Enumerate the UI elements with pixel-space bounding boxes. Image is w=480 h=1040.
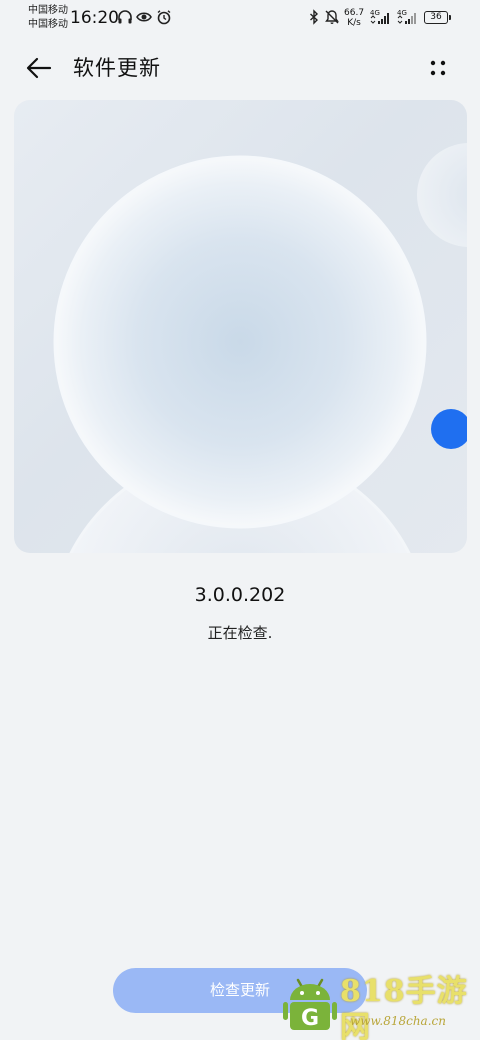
signal-icon: 4G xyxy=(370,9,390,25)
battery-icon: 36 xyxy=(424,11,451,24)
carrier-1: 中国移动 xyxy=(28,5,68,16)
arrow-left-icon xyxy=(26,57,52,79)
update-banner xyxy=(14,100,467,553)
watermark-url: www.818cha.cn xyxy=(350,1014,446,1028)
network-speed-value: 66.7 xyxy=(344,8,365,18)
eye-icon xyxy=(136,12,152,22)
back-button[interactable] xyxy=(24,54,56,82)
android-logo-icon: G xyxy=(283,978,337,1031)
headphones-icon xyxy=(118,10,132,24)
blue-dot xyxy=(431,409,467,449)
checking-status: 正在检查. xyxy=(207,624,273,642)
status-bar: 中国移动 中国移动 16:20 66.7 K/s 4G 4G 36 xyxy=(0,0,480,36)
alarm-icon xyxy=(157,10,171,25)
signal-icon-2: 4G xyxy=(397,9,417,25)
software-update-screen: 中国移动 中国移动 16:20 66.7 K/s 4G 4G 36 软件更新 3… xyxy=(0,0,480,1040)
page-title: 软件更新 xyxy=(73,56,161,80)
version-number: 3.0.0.202 xyxy=(194,584,286,606)
bubble-illustration xyxy=(53,143,467,553)
svg-text:G: G xyxy=(301,1006,319,1031)
site-watermark: G 818手游网 www.818cha.cn xyxy=(280,972,480,1040)
more-dots-icon xyxy=(430,60,446,76)
bluetooth-icon xyxy=(310,9,319,25)
network-speed-unit: K/s xyxy=(347,18,361,28)
network-speed: 66.7 K/s xyxy=(344,8,364,28)
status-time: 16:20 xyxy=(70,8,119,28)
carrier-2: 中国移动 xyxy=(28,19,68,30)
watermark-title: 818手游网 xyxy=(340,974,468,1040)
mute-icon xyxy=(325,10,339,24)
app-bar: 软件更新 xyxy=(0,44,480,92)
more-options-button[interactable] xyxy=(424,54,452,82)
